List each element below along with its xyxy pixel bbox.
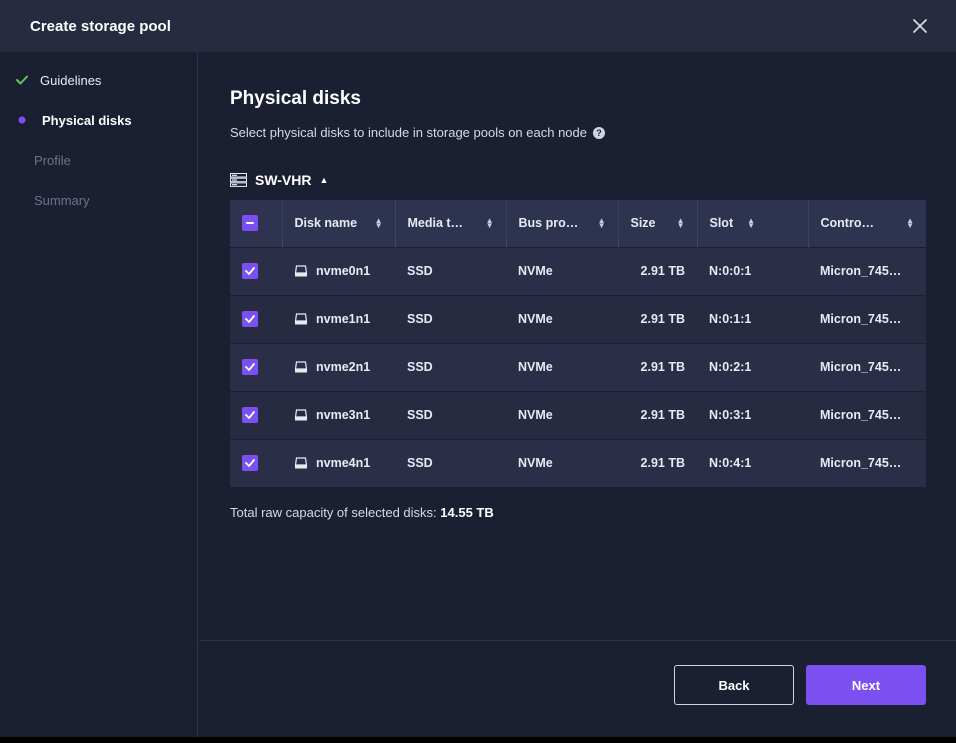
disk-slot: N:0:1:1 <box>709 312 752 326</box>
media-type: SSD <box>407 408 433 422</box>
column-header-label: Media t… <box>407 216 464 231</box>
page-title: Physical disks <box>230 88 361 109</box>
total-capacity-label: Total raw capacity of selected disks: <box>230 505 437 520</box>
step-label: Profile <box>34 152 71 168</box>
disk-name: nvme4n1 <box>316 456 371 471</box>
disk-size: 2.91 TB <box>640 456 685 471</box>
disk-icon <box>294 313 308 325</box>
select-all-checkbox[interactable] <box>242 215 258 232</box>
disk-slot: N:0:2:1 <box>709 360 752 374</box>
column-header-controller[interactable]: Contro… ▲ ▼ <box>808 200 926 247</box>
disk-slot: N:0:3:1 <box>709 408 752 422</box>
sort-icon: ▲ ▼ <box>374 216 383 231</box>
disk-name: nvme0n1 <box>316 264 371 278</box>
column-header-disk-name[interactable]: Disk name ▲ ▼ <box>282 200 396 247</box>
page-subtitle: Select physical disks to include in stor… <box>230 125 605 140</box>
column-header-label: Contro… <box>820 216 874 231</box>
sort-icon: ▲ ▼ <box>676 216 685 231</box>
media-type: SSD <box>407 312 433 326</box>
disk-size: 2.91 TB <box>640 312 685 326</box>
bus-protocol: NVMe <box>518 312 553 326</box>
current-step-dot-icon <box>0 116 34 124</box>
sort-icon: ▲ ▼ <box>906 216 914 231</box>
disk-size: 2.91 TB <box>640 360 685 374</box>
row-checkbox[interactable] <box>242 263 258 279</box>
disk-size: 2.91 TB <box>640 408 685 422</box>
row-checkbox[interactable] <box>242 311 258 327</box>
table-row[interactable]: nvme1n1 SSD NVMe 2.91 TB N:0:1:1 Micron_… <box>230 295 926 343</box>
wizard-steps: Guidelines Physical disks Profile Summar… <box>0 52 198 737</box>
server-icon <box>230 173 247 187</box>
dialog-title: Create storage pool <box>30 17 171 35</box>
step-label: Summary <box>34 192 90 208</box>
disk-controller: Micron_745… <box>820 264 902 278</box>
caret-up-icon: ▲ <box>319 175 329 185</box>
node-name: SW-VHR <box>255 172 312 188</box>
sort-icon: ▲ ▼ <box>485 216 494 231</box>
disk-name: nvme2n1 <box>316 360 371 374</box>
disk-icon <box>294 361 308 373</box>
row-checkbox[interactable] <box>242 455 258 472</box>
disk-controller: Micron_745… <box>820 312 902 326</box>
disk-slot: N:0:0:1 <box>709 264 752 278</box>
disk-size: 2.91 TB <box>640 264 685 278</box>
subtitle-text: Select physical disks to include in stor… <box>230 125 587 140</box>
sort-icon: ▲ ▼ <box>597 216 606 231</box>
disk-name: nvme3n1 <box>316 408 371 422</box>
step-guidelines[interactable]: Guidelines <box>0 70 101 90</box>
step-label: Physical disks <box>42 112 132 128</box>
step-profile[interactable]: Profile <box>0 150 71 170</box>
main-content: Physical disks Select physical disks to … <box>199 52 956 640</box>
media-type: SSD <box>407 360 433 374</box>
close-icon[interactable] <box>910 16 930 36</box>
media-type: SSD <box>407 264 433 278</box>
disks-table: Disk name ▲ ▼ Media t… ▲ ▼ Bus pro… ▲ ▼ Size ▲ ▼… <box>230 200 926 487</box>
step-summary[interactable]: Summary <box>0 190 90 210</box>
node-group-toggle[interactable]: SW-VHR ▲ <box>230 172 328 188</box>
next-button[interactable]: Next <box>806 665 926 705</box>
help-icon[interactable]: ? <box>593 126 605 139</box>
column-header-size[interactable]: Size ▲ ▼ <box>618 200 698 247</box>
sort-icon: ▲ ▼ <box>747 216 756 231</box>
disk-controller: Micron_745… <box>820 456 902 471</box>
row-checkbox[interactable] <box>242 407 258 423</box>
create-storage-pool-dialog: Create storage pool Guidelines Physical … <box>0 0 956 737</box>
bus-protocol: NVMe <box>518 456 553 471</box>
bus-protocol: NVMe <box>518 408 553 422</box>
check-icon <box>0 75 34 85</box>
disk-slot: N:0:4:1 <box>709 456 752 471</box>
column-header-label: Disk name <box>294 216 358 231</box>
disk-icon <box>294 265 308 277</box>
table-row[interactable]: nvme3n1 SSD NVMe 2.91 TB N:0:3:1 Micron_… <box>230 391 926 439</box>
back-button[interactable]: Back <box>674 665 794 705</box>
column-header-label: Size <box>630 216 656 231</box>
column-header-media-type[interactable]: Media t… ▲ ▼ <box>395 200 507 247</box>
table-row[interactable]: nvme0n1 SSD NVMe 2.91 TB N:0:0:1 Micron_… <box>230 247 926 295</box>
total-capacity: Total raw capacity of selected disks: 14… <box>230 505 494 520</box>
disk-name: nvme1n1 <box>316 312 371 326</box>
bus-protocol: NVMe <box>518 264 553 278</box>
media-type: SSD <box>407 456 433 471</box>
step-label: Guidelines <box>40 72 102 88</box>
column-header-label: Slot <box>709 216 734 231</box>
disk-controller: Micron_745… <box>820 408 902 422</box>
row-checkbox[interactable] <box>242 359 258 375</box>
dialog-footer: Back Next <box>199 640 956 737</box>
table-header-row: Disk name ▲ ▼ Media t… ▲ ▼ Bus pro… ▲ ▼ Size ▲ ▼… <box>230 200 926 247</box>
disk-icon <box>294 409 308 421</box>
disk-controller: Micron_745… <box>820 360 902 374</box>
select-all-cell <box>230 200 283 247</box>
column-header-slot[interactable]: Slot ▲ ▼ <box>697 200 809 247</box>
step-physical-disks[interactable]: Physical disks <box>0 110 132 130</box>
total-capacity-value: 14.55 TB <box>440 505 494 520</box>
column-header-bus-protocol[interactable]: Bus pro… ▲ ▼ <box>506 200 619 247</box>
table-row[interactable]: nvme4n1 SSD NVMe 2.91 TB N:0:4:1 Micron_… <box>230 439 926 487</box>
table-row[interactable]: nvme2n1 SSD NVMe 2.91 TB N:0:2:1 Micron_… <box>230 343 926 391</box>
bus-protocol: NVMe <box>518 360 553 374</box>
disk-icon <box>294 457 308 469</box>
column-header-label: Bus pro… <box>518 216 579 231</box>
dialog-header: Create storage pool <box>0 0 956 52</box>
